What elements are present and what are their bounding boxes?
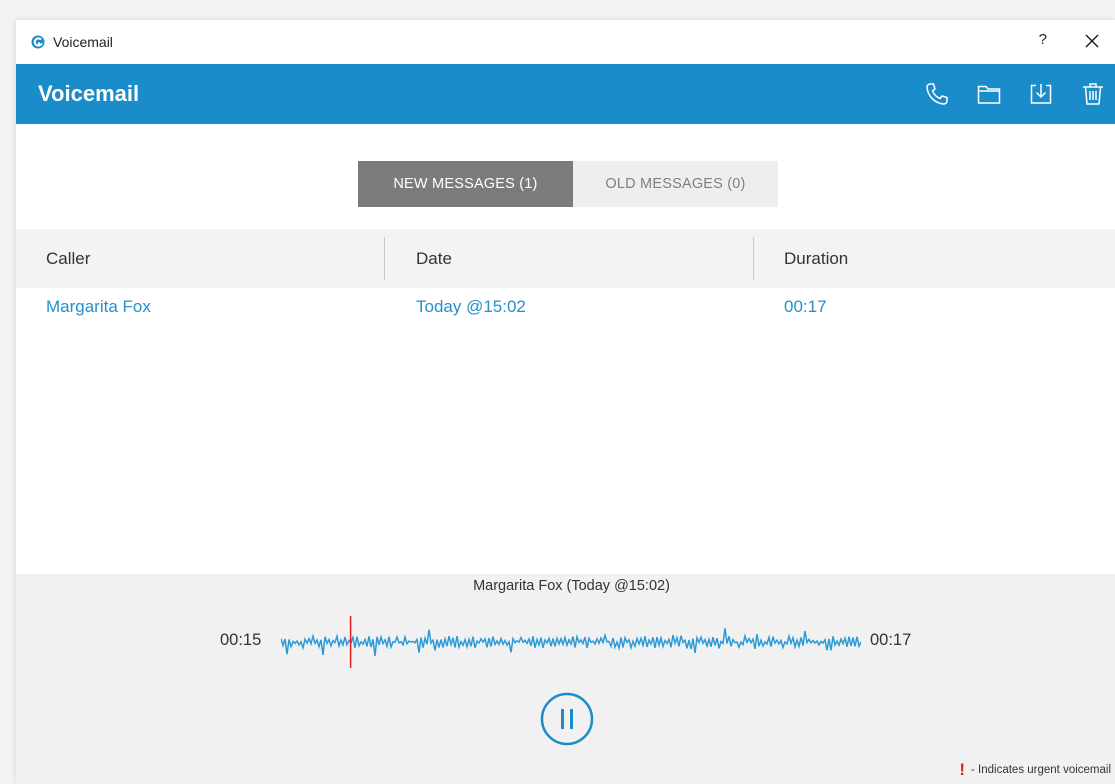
urgent-icon: !	[959, 760, 966, 779]
move-to-folder-button[interactable]	[975, 80, 1003, 108]
tab-new-messages[interactable]: NEW MESSAGES (1)	[358, 161, 573, 207]
duration-cell: 00:17	[784, 297, 827, 316]
window-title: Voicemail	[53, 34, 113, 50]
help-button[interactable]: ?	[1039, 31, 1047, 48]
tab-old-messages[interactable]: OLD MESSAGES (0)	[573, 161, 778, 207]
voicemail-player: Margarita Fox (Today @15:02) 00:15 00:17…	[16, 574, 1115, 784]
close-icon	[1085, 34, 1099, 48]
message-tabs: NEW MESSAGES (1) OLD MESSAGES (0)	[358, 161, 778, 207]
column-divider[interactable]	[384, 237, 385, 280]
title-bar: Voicemail ?	[16, 20, 1115, 64]
column-divider[interactable]	[753, 237, 754, 280]
pause-button[interactable]	[540, 692, 594, 746]
pause-icon	[540, 692, 594, 746]
column-header-date[interactable]: Date	[416, 229, 452, 288]
header-bar: Voicemail	[16, 64, 1115, 124]
download-button[interactable]	[1027, 80, 1055, 108]
trash-icon	[1083, 83, 1103, 105]
call-button[interactable]	[923, 80, 951, 108]
now-playing-label: Margarita Fox (Today @15:02)	[473, 578, 670, 594]
header-actions	[899, 80, 1107, 108]
waveform-scrubber[interactable]	[281, 616, 861, 668]
page-title: Voicemail	[38, 81, 140, 106]
total-time: 00:17	[870, 631, 912, 649]
column-header-duration[interactable]: Duration	[784, 229, 848, 288]
phone-icon	[926, 83, 948, 105]
urgent-legend-text: - Indicates urgent voicemail	[971, 764, 1111, 776]
folder-icon	[977, 85, 1001, 104]
table-header: Caller Date Duration	[16, 229, 1115, 288]
urgent-legend: ! - Indicates urgent voicemail	[959, 760, 1111, 780]
column-header-caller[interactable]: Caller	[46, 229, 90, 288]
caller-cell: Margarita Fox	[46, 297, 151, 316]
close-button[interactable]	[1083, 32, 1101, 50]
delete-button[interactable]	[1079, 80, 1107, 108]
elapsed-time: 00:15	[220, 631, 262, 649]
table-row[interactable]: Margarita Fox Today @15:02 00:17	[16, 288, 1115, 326]
voicemail-window: Voicemail ? Voicemail NEW MESSAGES (1) O…	[16, 20, 1115, 784]
app-logo-icon	[31, 35, 45, 49]
waveform-line	[281, 628, 861, 656]
date-cell: Today @15:02	[416, 297, 526, 316]
download-icon	[1030, 84, 1052, 104]
